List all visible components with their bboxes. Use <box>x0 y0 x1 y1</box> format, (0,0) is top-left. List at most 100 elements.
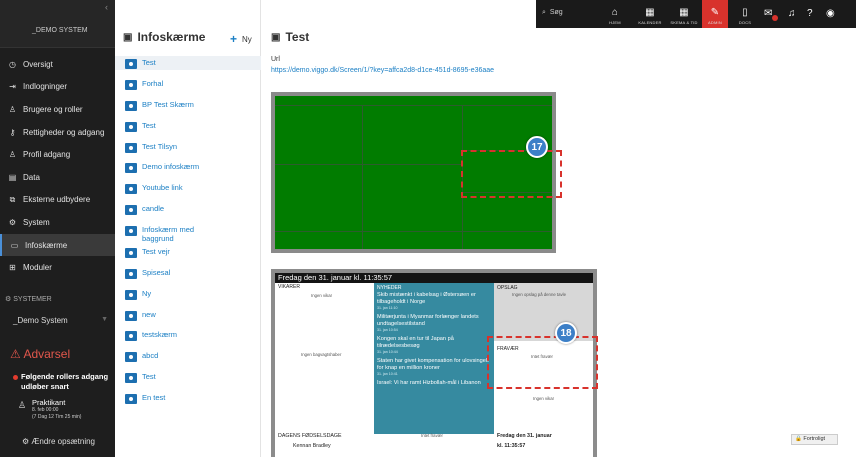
screen-icon <box>125 205 137 215</box>
list-item[interactable]: candle <box>115 202 261 216</box>
list-item[interactable]: Test <box>115 119 261 133</box>
list-item[interactable]: abcd <box>115 349 261 363</box>
highlight-box-18 <box>487 336 598 389</box>
sidebar-item-rettigheder[interactable]: ⚷ Rettigheder og adgang <box>0 121 115 144</box>
list-item[interactable]: Test Tilsyn <box>115 140 261 154</box>
docs-label: DOCS <box>738 20 752 25</box>
search-button[interactable]: ⌕ Søg <box>542 9 563 17</box>
calendar-icon: ▦ <box>645 7 655 18</box>
screen-icon <box>125 394 137 404</box>
news-panel: NYHEDER Skib mistænkt i kabelsag i Øster… <box>374 283 494 434</box>
help-icon[interactable]: ? <box>807 8 813 19</box>
infoscreen-list-panel: ▣ Infoskærme + Ny Test Forhal BP Test Skærm T… <box>115 0 261 457</box>
page-title: ▣ Test <box>271 30 309 44</box>
page-title-text: Test <box>285 30 310 44</box>
screen-icon <box>125 226 137 236</box>
list-item[interactable]: new <box>115 308 261 322</box>
list-item[interactable]: testskærm <box>115 328 261 342</box>
schedule-button[interactable]: ▦ SKEMA & TID <box>666 0 702 28</box>
news-heading: NYHEDER <box>377 285 402 291</box>
list-title: ▣ Infoskærme <box>123 30 205 44</box>
no-substitute-2: Ingen vikar <box>533 396 555 401</box>
sidebar-item-eksterne[interactable]: ⧉ Eksterne udbydere <box>0 189 115 212</box>
list-item[interactable]: Spisesal <box>115 266 261 280</box>
news-title: Staten har givet kompensation for ulovsi… <box>377 358 489 371</box>
app: _DEMO SYSTEM ‹ ◷ Oversigt ⇥ Indlogninger ♙… <box>0 0 856 457</box>
list-item[interactable]: BP Test Skærm <box>115 98 261 112</box>
list-item-label: Infoskærm med baggrund <box>142 225 195 243</box>
docs-button[interactable]: ▯ DOCS <box>732 0 758 28</box>
screen-icon: ▣ <box>271 31 281 43</box>
new-button[interactable]: + Ny <box>230 32 252 46</box>
list-item-label: Demo infoskærm <box>142 162 200 171</box>
plus-icon: + <box>230 32 238 46</box>
users-icon: ♙ <box>8 104 17 114</box>
screen-icon <box>125 101 137 111</box>
screen-icon <box>125 311 137 321</box>
sidebar-item-indlogninger[interactable]: ⇥ Indlogninger <box>0 76 115 99</box>
sidebar-item-data[interactable]: ▤ Data <box>0 166 115 189</box>
collapse-sidebar-icon[interactable]: ‹ <box>105 2 108 12</box>
warning-title: ⚠ Advarsel <box>10 347 71 361</box>
search-icon: ⌕ <box>542 9 546 16</box>
screen-icon <box>125 143 137 153</box>
screen-icon <box>125 373 137 383</box>
list-item[interactable]: Test vejr <box>115 245 261 259</box>
admin-button[interactable]: ✎ ADMIN <box>702 0 728 28</box>
sidebar-item-profil[interactable]: ♙ Profil adgang <box>0 143 115 166</box>
no-backup: Ingen bagvagtshaber <box>301 352 342 357</box>
schedule-label: SKEMA & TID <box>670 20 698 25</box>
home-icon: ⌂ <box>611 7 619 18</box>
notices-panel: OPSLAG Ingen opslag på denne tavle <box>494 283 593 341</box>
grid-line <box>275 105 552 106</box>
sidebar-item-label: Oversigt <box>23 59 53 69</box>
practicant-name: Praktikant <box>32 398 66 407</box>
system-title: _DEMO SYSTEM <box>0 0 115 48</box>
confidential-badge: 🔒 Fortroligt <box>791 434 838 445</box>
birthday-name: Kennan Bradley <box>293 443 331 449</box>
list-item[interactable]: Ny <box>115 287 261 301</box>
list-item-label: Forhal <box>142 79 164 88</box>
list-item[interactable]: Demo infoskærm <box>115 160 261 174</box>
screen-icon <box>125 59 137 69</box>
list-item[interactable]: Test <box>115 370 261 384</box>
url-link[interactable]: https://demo.viggo.dk/Screen/1/?key=affc… <box>271 67 494 74</box>
list-item-label: candle <box>142 204 165 213</box>
gear-icon: ⚙ <box>8 217 17 227</box>
sidebar-item-infoskaerme[interactable]: ▭ Infoskærme <box>0 233 115 257</box>
practicant-entry: ♙ Praktikant 8. feb 00:00 (7 Dag 12 Tim … <box>18 399 81 421</box>
document-icon: ▯ <box>742 7 748 18</box>
list-item[interactable]: Infoskærm med baggrund <box>115 223 261 243</box>
news-title: Militærjunta i Myanmar forlænger landets… <box>377 314 479 327</box>
warning-item: Følgende rollers adgang udløber snart <box>21 372 109 391</box>
avatar-icon[interactable]: ◉ <box>826 8 835 19</box>
list-item[interactable]: Forhal <box>115 77 261 91</box>
chevron-down-icon: ▼ <box>101 316 108 323</box>
list-item[interactable]: Test <box>115 56 261 70</box>
system-select[interactable]: _Demo System ▼ <box>13 316 108 325</box>
footer-time: kl. 11:35:57 <box>497 443 526 449</box>
no-absence-2: Intet fravær <box>421 433 443 438</box>
change-setting-link[interactable]: ⚙ Ændre opsætning <box>22 437 95 446</box>
calendar-button[interactable]: ▦ KALENDER <box>634 0 666 28</box>
list-item-label: testskærm <box>142 330 178 339</box>
sidebar-item-system[interactable]: ⚙ System <box>0 211 115 234</box>
grid-line <box>362 105 363 249</box>
sidebar-item-brugere[interactable]: ♙ Brugere og roller <box>0 98 115 121</box>
sidebar-item-label: System <box>23 217 50 227</box>
screen-icon <box>125 290 137 300</box>
sidebar-item-label: Indlogninger <box>23 82 68 92</box>
list-item[interactable]: En test <box>115 391 261 405</box>
screen-icon <box>125 184 137 194</box>
notices-heading: OPSLAG <box>497 285 518 291</box>
screen-icon <box>125 331 137 341</box>
home-button[interactable]: ⌂ HJEM <box>600 0 630 28</box>
news-date: 31. jan 11:10 <box>377 306 398 310</box>
calendar-label: KALENDER <box>638 20 662 25</box>
list-item[interactable]: Youtube link <box>115 181 261 195</box>
sidebar-nav: ◷ Oversigt ⇥ Indlogninger ♙ Brugere og roll… <box>0 53 115 279</box>
bell-icon[interactable]: ♫ <box>788 8 796 19</box>
database-icon: ▤ <box>8 172 17 182</box>
sidebar-item-moduler[interactable]: ⊞ Moduler <box>0 256 115 279</box>
sidebar-item-oversigt[interactable]: ◷ Oversigt <box>0 53 115 76</box>
